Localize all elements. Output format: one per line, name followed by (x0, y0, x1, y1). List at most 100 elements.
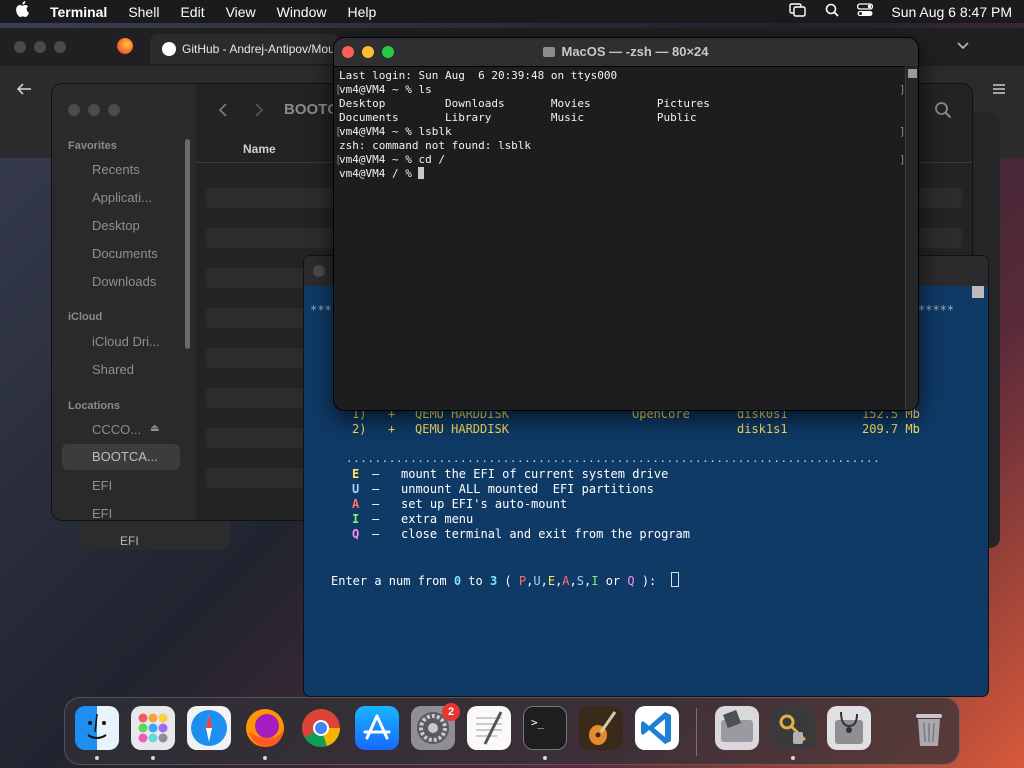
menu-shell[interactable]: Shell (128, 4, 159, 20)
terminal-line: vm4@VM4 ~ % ls (339, 83, 432, 96)
sidebar-item-downloads[interactable]: Downloads (92, 274, 156, 289)
sidebar-header-icloud: iCloud (68, 311, 103, 323)
finder-zoom-button[interactable] (108, 104, 120, 116)
terminal-prompt-line: vm4@VM4 / % (339, 167, 710, 181)
terminal-line: vm4@VM4 ~ % cd / (339, 153, 445, 166)
tab-list-chevron-icon[interactable] (956, 38, 970, 56)
browser-menu-icon[interactable] (992, 82, 1006, 100)
sidebar-header-favorites: Favorites (68, 140, 117, 152)
efi-input-prompt: Enter a num from 0 to 3 ( P,U,E,A,S,I or… (331, 572, 679, 588)
menu-desc-u: unmount ALL mounted EFI partitions (401, 482, 654, 496)
dock-boot-camp-assistant-icon[interactable] (715, 706, 759, 750)
sidebar-item-ccco[interactable]: CCCO... (92, 422, 141, 437)
menu-key-q: Q (352, 527, 360, 541)
menu-dash: – (372, 497, 380, 511)
dock-safari-icon[interactable] (187, 706, 231, 750)
disk-2-number: 2) (352, 422, 367, 436)
menu-key-a: A (352, 497, 360, 511)
dock-running-indicator (791, 756, 795, 760)
sidebar-item-icloud-drive[interactable]: iCloud Dri... (92, 334, 160, 349)
sidebar-item-recents[interactable]: Recents (92, 162, 140, 177)
stars-left: *** (310, 303, 332, 317)
menu-view[interactable]: View (226, 4, 256, 20)
spotlight-search-icon[interactable] (825, 3, 839, 20)
menu-dash: – (372, 512, 380, 526)
terminal-titlebar: MacOS — -zsh — 80×24 (334, 38, 918, 67)
efi-close-button[interactable] (313, 265, 325, 277)
sidebar-scrollbar[interactable] (185, 139, 190, 349)
terminal-window: MacOS — -zsh — 80×24 Last login: Sun Aug… (334, 38, 918, 410)
prompt-letter-p: P (518, 574, 527, 588)
menu-help[interactable]: Help (347, 4, 376, 20)
sidebar-item-desktop[interactable]: Desktop (92, 218, 140, 233)
finder-close-button[interactable] (68, 104, 80, 116)
sidebar-item-applications[interactable]: Applicati... (92, 190, 152, 205)
menu-desc-i: extra menu (401, 512, 474, 526)
mark-bracket: [ (335, 153, 342, 166)
dock-launchpad-icon[interactable] (131, 706, 175, 750)
dock-terminal-icon[interactable]: >_ (523, 706, 567, 750)
dock-app-store-icon[interactable] (355, 706, 399, 750)
dock-finder-icon[interactable] (75, 706, 119, 750)
dock-running-indicator (151, 756, 155, 760)
column-name-header[interactable]: Name (243, 142, 276, 156)
menu-clock[interactable]: Sun Aug 6 8:47 PM (891, 4, 1012, 20)
terminal-scroll-thumb[interactable] (908, 69, 917, 78)
browser-back-icon[interactable] (16, 82, 32, 101)
window-minimize-button[interactable] (34, 41, 46, 53)
menu-terminal[interactable]: Terminal (50, 4, 107, 20)
dock-chrome-icon[interactable] (299, 706, 343, 750)
browser-tab-title: GitHub - Andrej-Antipov/Mou (182, 42, 335, 56)
terminal-line: vm4@VM4 ~ % lsblk (339, 125, 452, 138)
menu-key-e: E (352, 467, 360, 481)
sidebar-item-efi-1[interactable]: EFI (92, 478, 112, 493)
sidebar-header-locations: Locations (68, 400, 120, 412)
settings-badge: 2 (442, 703, 460, 721)
menu-key-i: I (352, 512, 360, 526)
window-close-button[interactable] (14, 41, 26, 53)
screen-mirroring-icon[interactable] (789, 3, 807, 20)
menu-window[interactable]: Window (277, 4, 327, 20)
terminal-line: Last login: Sun Aug 6 20:39:48 on ttys00… (339, 69, 618, 82)
menu-edit[interactable]: Edit (180, 4, 204, 20)
prompt-text: ( (497, 574, 519, 588)
stars-right: ***** (918, 303, 955, 317)
menu-key-u: U (352, 482, 360, 496)
dock-keychain-icon[interactable] (771, 706, 815, 750)
menu-dash: – (372, 467, 380, 481)
dock-firefox-icon[interactable] (243, 706, 287, 750)
control-center-icon[interactable] (857, 3, 874, 20)
efi-scroll-button[interactable] (972, 286, 984, 298)
dock-disk-utility-icon[interactable] (827, 706, 871, 750)
terminal-cursor (418, 167, 425, 179)
eject-icon[interactable]: ⏏ (150, 423, 159, 434)
menu-bar: Terminal Shell Edit View Window Help Sun… (0, 0, 1024, 23)
window-zoom-button[interactable] (54, 41, 66, 53)
dock-separator (696, 708, 697, 756)
finder-window-title: BOOTC (284, 101, 339, 118)
efi-input-cursor[interactable] (670, 572, 679, 587)
dock-garageband-icon[interactable] (579, 706, 623, 750)
dock-trash-icon[interactable] (907, 706, 951, 750)
finder-forward-icon[interactable] (254, 102, 264, 123)
sidebar-item-shared[interactable]: Shared (92, 362, 134, 377)
dock-running-indicator (95, 756, 99, 760)
prompt-num-0: 0 (453, 574, 462, 588)
finder-minimize-button[interactable] (88, 104, 100, 116)
menu-desc-a: set up EFI's auto-mount (401, 497, 568, 511)
sidebar-item-documents[interactable]: Documents (92, 246, 158, 261)
finder-back-icon[interactable] (218, 102, 228, 123)
terminal-line: Documents Library Music Public (339, 111, 697, 124)
dock-vscode-icon[interactable] (635, 706, 679, 750)
sidebar-item-bootcamp[interactable]: BOOTCA... (62, 444, 180, 470)
terminal-output[interactable]: Last login: Sun Aug 6 20:39:48 on ttys00… (339, 69, 710, 181)
browser-tab-github[interactable]: GitHub - Andrej-Antipov/Mou (150, 34, 340, 64)
terminal-scrollbar[interactable] (905, 66, 918, 410)
prompt-text: to (461, 574, 490, 588)
dock-textedit-icon[interactable] (467, 706, 511, 750)
sidebar-item-efi-2[interactable]: EFI (92, 506, 112, 521)
apple-menu-icon[interactable] (12, 1, 32, 22)
finder-search-icon[interactable] (934, 101, 952, 124)
terminal-line: zsh: command not found: lsblk (339, 139, 532, 152)
terminal-title-text: MacOS — -zsh — 80×24 (561, 44, 709, 59)
